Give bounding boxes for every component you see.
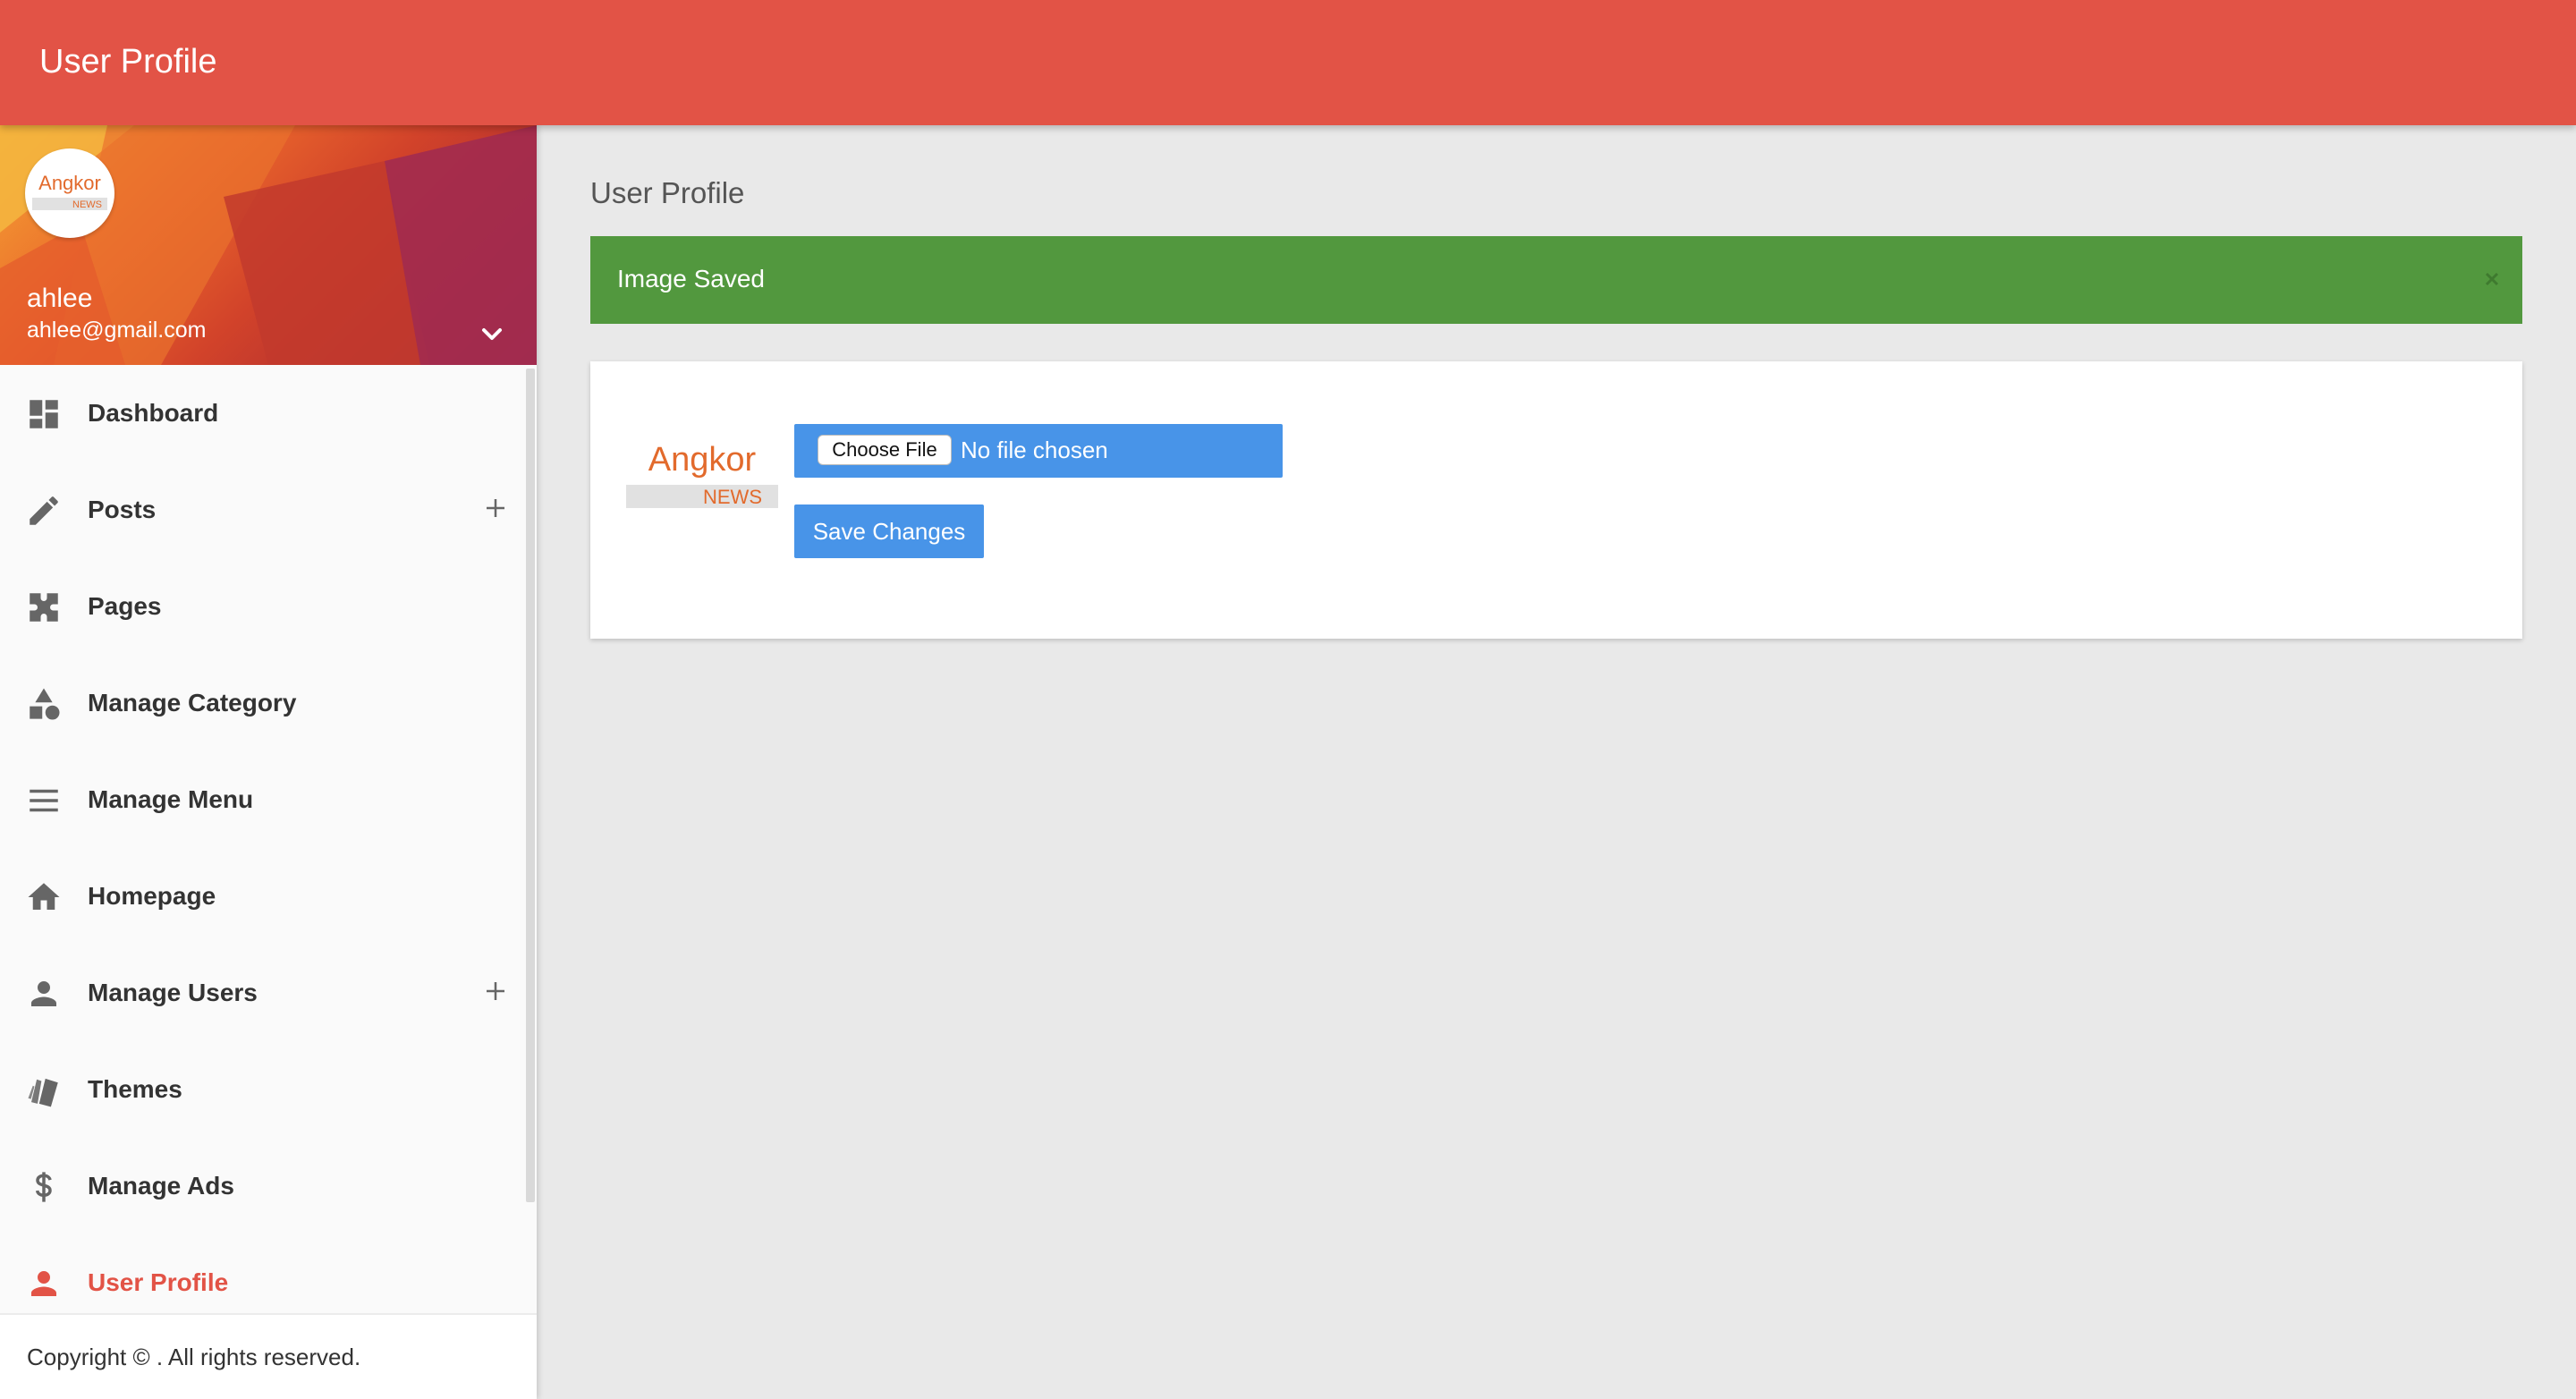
svg-text:Angkor: Angkor [38,172,101,194]
person-icon [31,981,56,1006]
sidebar-item-label: Dashboard [88,399,219,427]
close-icon [2485,272,2499,286]
sidebar-item-manage-category[interactable]: Manage Category [0,655,528,751]
sidebar-item-label: Manage Menu [88,785,254,813]
plus-icon[interactable] [481,494,510,522]
person-icon [31,1271,56,1296]
profile-image-preview: Angkor NEWS [626,441,778,508]
angkor-news-logo-icon: Angkor NEWS [32,172,107,210]
svg-text:Angkor: Angkor [648,441,757,479]
shapes-icon [30,688,60,720]
sidebar-item-manage-users[interactable]: Manage Users [0,945,528,1041]
puzzle-icon [30,593,58,622]
alert-close-button[interactable] [2476,263,2508,295]
sidebar-scrollbar[interactable] [526,369,535,1202]
sidebar-item-posts[interactable]: Posts [0,462,528,558]
plus-icon[interactable] [481,977,510,1005]
sidebar-item-label: Manage Category [88,689,297,716]
profile-image-card: Angkor NEWS Choose File No file chosen S… [590,361,2522,639]
sidebar-item-manage-menu[interactable]: Manage Menu [0,751,528,848]
sidebar-item-label: Posts [88,496,157,523]
home-icon [28,883,60,910]
sidebar-item-label: Pages [88,592,162,620]
pencil-icon [30,496,58,525]
svg-text:NEWS: NEWS [72,199,102,210]
sidebar-item-label: Manage Ads [88,1172,234,1200]
app-bar-title: User Profile [39,43,217,81]
sidebar-item-dashboard[interactable]: Dashboard [0,365,528,462]
sidebar-item-manage-ads[interactable]: Manage Ads [0,1138,528,1234]
sidebar-item-pages[interactable]: Pages [0,558,528,655]
user-email: ahlee@gmail.com [27,318,207,343]
chevron-down-icon [482,328,502,340]
save-changes-button[interactable]: Save Changes [794,504,984,558]
choose-file-button[interactable]: Choose File [818,435,952,465]
page-title: User Profile [590,176,745,209]
sidebar-item-homepage[interactable]: Homepage [0,848,528,945]
user-name: ahlee [27,284,93,313]
user-info-panel: Angkor NEWS ahlee ahlee@gmail.com [0,125,537,365]
copyright-text: Copyright © . All rights reserved. [27,1344,361,1370]
user-menu-toggle[interactable] [476,318,508,351]
file-status-text: No file chosen [961,437,1108,463]
sidebar-item-themes[interactable]: Themes [0,1041,528,1138]
svg-text:NEWS: NEWS [703,486,762,508]
sidebar-footer: Copyright © . All rights reserved. [0,1313,537,1399]
dashboard-icon [30,400,58,428]
dollar-icon [35,1172,52,1202]
sidebar: Angkor NEWS ahlee ahlee@gmail.com Dashbo… [0,125,537,1399]
sidebar-item-label: Manage Users [88,979,258,1006]
top-app-bar: User Profile [0,0,2576,125]
sidebar-item-label: Homepage [88,882,216,910]
alert-message: Image Saved [617,265,765,293]
success-alert: Image Saved [590,236,2522,324]
menu-lines-icon [30,789,58,812]
file-input[interactable]: Choose File No file chosen [794,424,1283,478]
sidebar-item-label: Themes [88,1075,182,1103]
sidebar-item-label: User Profile [88,1268,229,1296]
swatch-book-icon [28,1078,58,1107]
avatar[interactable]: Angkor NEWS [25,148,114,238]
